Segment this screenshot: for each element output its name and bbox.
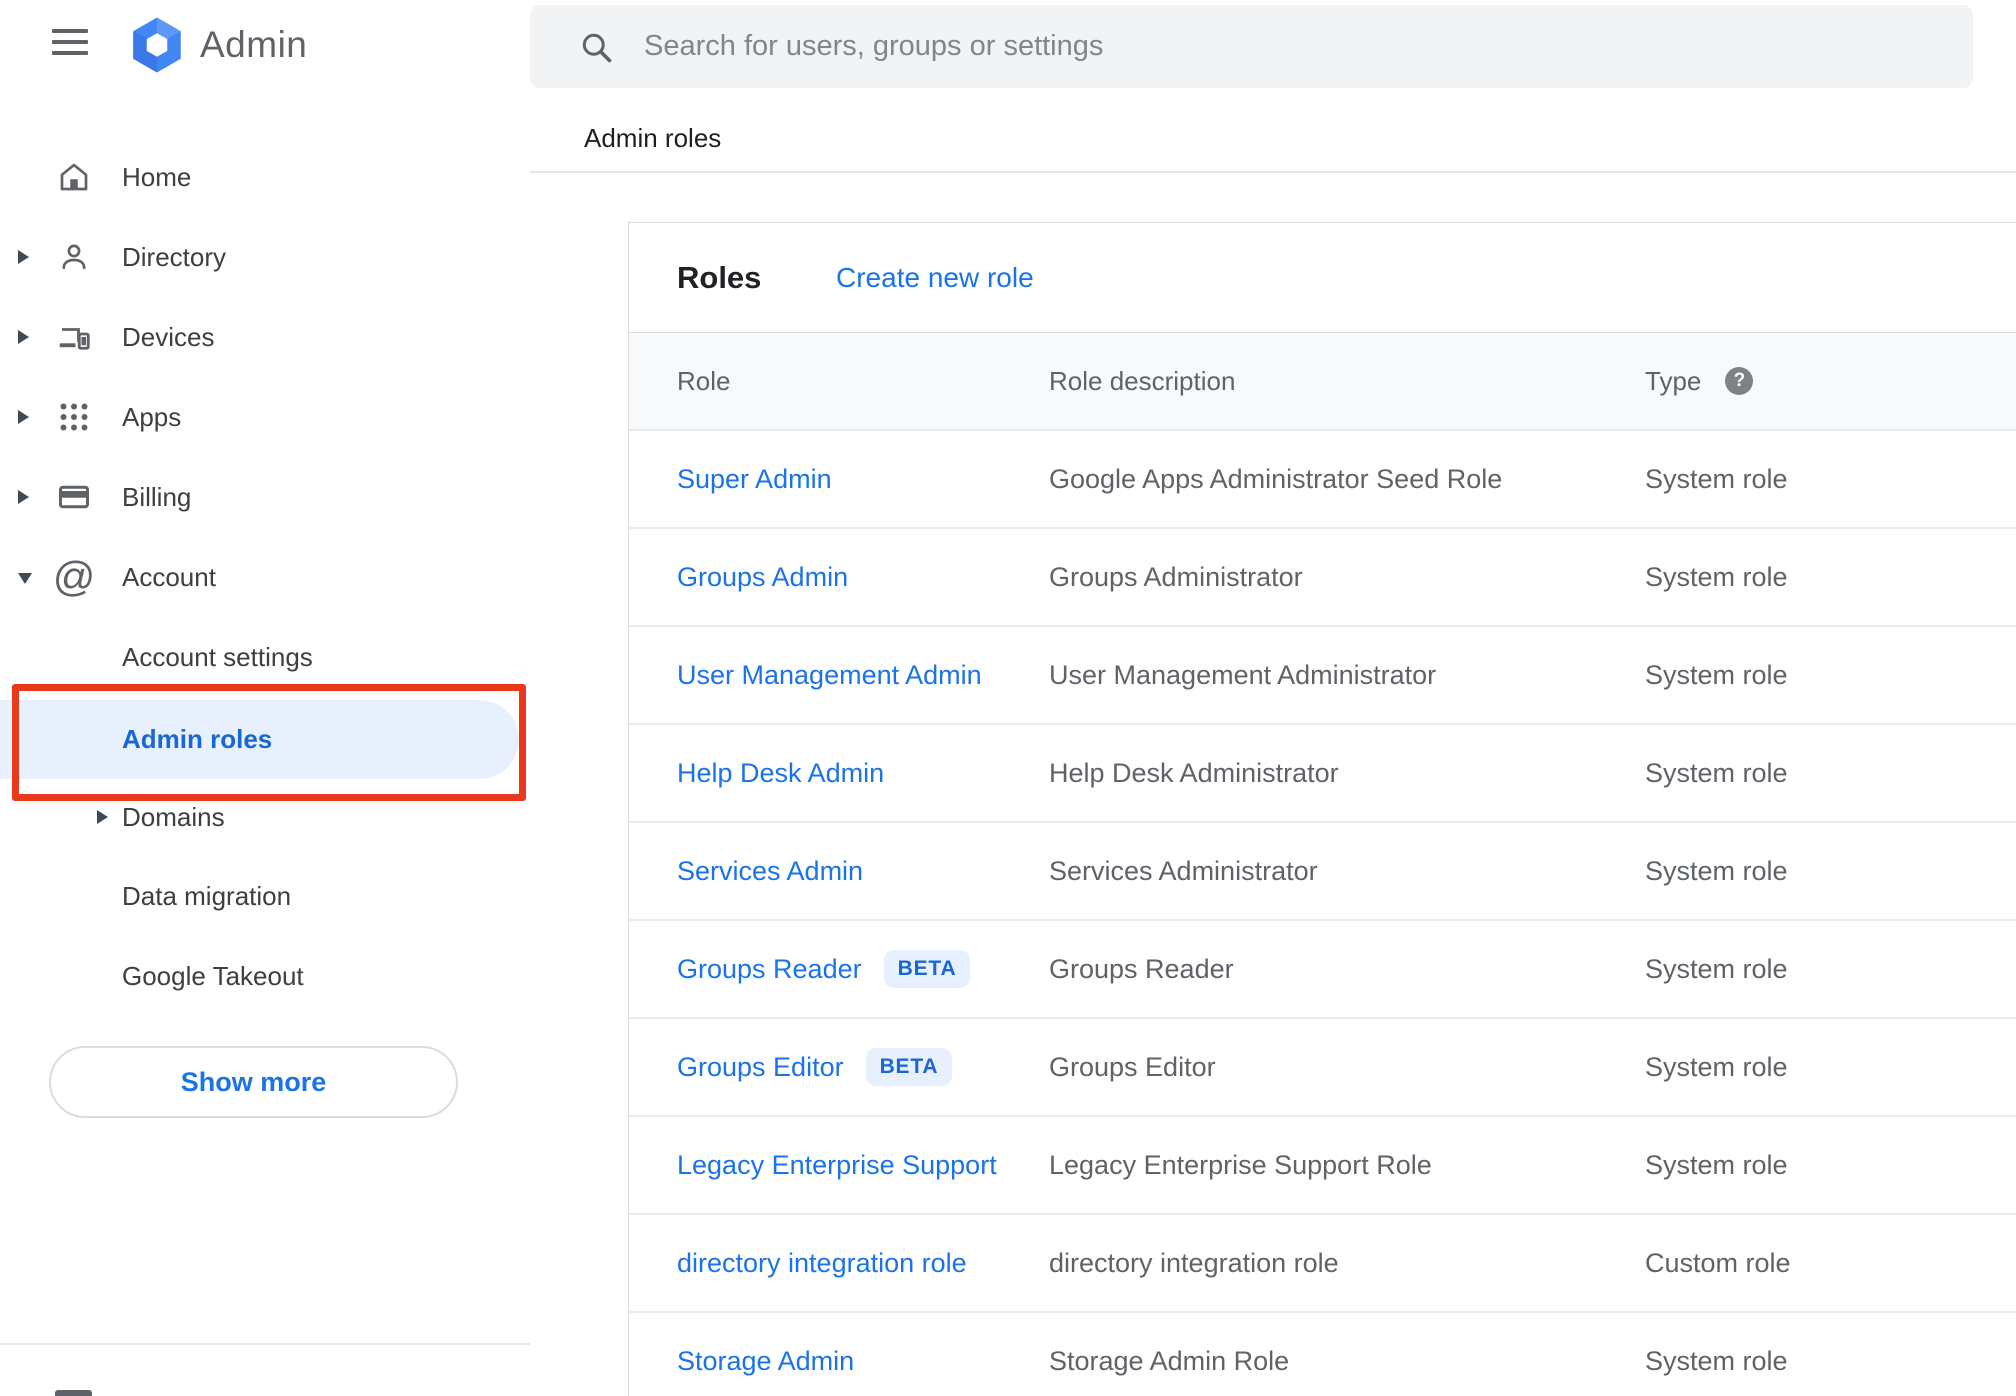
- role-link[interactable]: Groups Reader: [677, 954, 862, 985]
- role-type: System role: [1645, 659, 1788, 690]
- role-type: System role: [1645, 463, 1788, 494]
- role-description: Groups Administrator: [1049, 561, 1303, 592]
- table-row: Super Admin Google Apps Administrator Se…: [629, 431, 2016, 529]
- role-type: System role: [1645, 1051, 1788, 1082]
- card-title: Roles: [677, 260, 762, 295]
- sidebar-item-directory[interactable]: Directory: [0, 217, 530, 297]
- role-description: Help Desk Administrator: [1049, 757, 1339, 788]
- sidebar-item-label: Account settings: [122, 641, 313, 672]
- credit-card-icon: [56, 479, 92, 515]
- role-description: Google Apps Administrator Seed Role: [1049, 463, 1503, 494]
- search-input[interactable]: [644, 30, 1973, 63]
- role-type: System role: [1645, 561, 1788, 592]
- role-type: System role: [1645, 1345, 1788, 1376]
- sidebar-item-label: Home: [122, 161, 192, 192]
- chevron-right-icon[interactable]: [18, 410, 29, 424]
- chevron-right-icon[interactable]: [97, 810, 108, 824]
- page-title: Admin roles: [584, 123, 722, 153]
- sidebar-item-label: Domains: [122, 801, 225, 832]
- role-description: Storage Admin Role: [1049, 1345, 1290, 1376]
- chevron-down-icon[interactable]: [18, 573, 32, 584]
- hamburger-menu-icon[interactable]: [52, 29, 88, 55]
- table-row: Help Desk Admin Help Desk Administrator …: [629, 725, 2016, 823]
- sidebar-item-domains[interactable]: Domains: [0, 777, 530, 857]
- role-type: System role: [1645, 1149, 1788, 1180]
- sidebar-item-label: Admin roles: [122, 724, 273, 754]
- person-icon: [56, 239, 92, 275]
- sidebar-item-account[interactable]: @ Account: [0, 537, 530, 617]
- role-link[interactable]: Help Desk Admin: [677, 758, 884, 789]
- table-row: Groups Editor BETA Groups Editor System …: [629, 1019, 2016, 1117]
- role-link[interactable]: User Management Admin: [677, 660, 982, 691]
- search-icon: [578, 29, 614, 65]
- role-type: System role: [1645, 953, 1788, 984]
- sidebar-item-label: Billing: [122, 481, 192, 512]
- apps-grid-icon: [56, 399, 92, 435]
- beta-badge: BETA: [865, 1048, 953, 1086]
- create-new-role-link[interactable]: Create new role: [836, 223, 1034, 333]
- role-description: User Management Administrator: [1049, 659, 1437, 690]
- brand-header: Admin: [0, 0, 530, 90]
- role-type: System role: [1645, 855, 1788, 886]
- roles-card: Roles Create new role Role Role descript…: [628, 222, 2016, 1396]
- role-type: Custom role: [1645, 1247, 1791, 1278]
- table-row: Groups Reader BETA Groups Reader System …: [629, 921, 2016, 1019]
- sidebar-item-label: Apps: [122, 401, 182, 432]
- show-more-button[interactable]: Show more: [49, 1046, 458, 1118]
- sidebar-item-data-migration[interactable]: Data migration: [0, 856, 530, 936]
- role-description: Groups Editor: [1049, 1051, 1216, 1082]
- role-link[interactable]: directory integration role: [677, 1248, 967, 1279]
- role-link[interactable]: Super Admin: [677, 464, 832, 495]
- beta-badge: BETA: [883, 950, 971, 988]
- sidebar-item-label: Account: [122, 561, 216, 592]
- help-icon[interactable]: ?: [1725, 367, 1754, 395]
- home-icon: [56, 159, 92, 195]
- roles-card-header: Roles Create new role: [629, 223, 2016, 333]
- table-row: Storage Admin Storage Admin Role System …: [629, 1313, 2016, 1396]
- search-bar[interactable]: [530, 5, 1973, 88]
- sidebar-item-apps[interactable]: Apps: [0, 377, 530, 457]
- chevron-right-icon[interactable]: [18, 330, 29, 344]
- sidebar-item-admin-roles-selected[interactable]: Admin roles: [0, 700, 519, 779]
- sidebar-item-devices[interactable]: Devices: [0, 297, 530, 377]
- role-link[interactable]: Legacy Enterprise Support: [677, 1150, 997, 1181]
- at-icon: @: [52, 553, 96, 600]
- google-admin-console: Admin Home Directory Devices Apps Billin…: [0, 0, 2016, 1396]
- sidebar: Admin Home Directory Devices Apps Billin…: [0, 0, 530, 1396]
- role-description: Services Administrator: [1049, 855, 1318, 886]
- sidebar-item-google-takeout[interactable]: Google Takeout: [0, 936, 530, 1016]
- chevron-right-icon[interactable]: [18, 490, 29, 504]
- role-link[interactable]: Storage Admin: [677, 1346, 854, 1377]
- admin-logo-icon: [127, 15, 187, 75]
- sidebar-item-label: Directory: [122, 241, 227, 272]
- table-row: User Management Admin User Management Ad…: [629, 627, 2016, 725]
- sidebar-item-billing[interactable]: Billing: [0, 457, 530, 537]
- clipped-bottom-icon: [55, 1390, 92, 1396]
- role-link[interactable]: Groups Editor: [677, 1052, 844, 1083]
- sidebar-item-home[interactable]: Home: [0, 137, 530, 217]
- column-header-role-description: Role description: [1049, 365, 1236, 396]
- role-description: directory integration role: [1049, 1247, 1339, 1278]
- role-link[interactable]: Groups Admin: [677, 562, 848, 593]
- sidebar-item-label: Devices: [122, 321, 215, 352]
- table-row: Services Admin Services Administrator Sy…: [629, 823, 2016, 921]
- table-row: directory integration role directory int…: [629, 1215, 2016, 1313]
- table-row: Legacy Enterprise Support Legacy Enterpr…: [629, 1117, 2016, 1215]
- chevron-right-icon[interactable]: [18, 250, 29, 264]
- table-row: Groups Admin Groups Administrator System…: [629, 529, 2016, 627]
- brand-title: Admin: [200, 24, 308, 65]
- role-description: Legacy Enterprise Support Role: [1049, 1149, 1432, 1180]
- column-header-role: Role: [677, 365, 731, 396]
- column-header-type: Type ?: [1645, 366, 2016, 397]
- role-link[interactable]: Services Admin: [677, 856, 863, 887]
- devices-icon: [56, 319, 92, 355]
- sidebar-footer-divider: [0, 1343, 530, 1345]
- sidebar-item-account-settings[interactable]: Account settings: [0, 617, 530, 697]
- title-divider: [530, 171, 2016, 173]
- role-description: Groups Reader: [1049, 953, 1234, 984]
- sidebar-item-label: Google Takeout: [122, 960, 304, 991]
- table-header-row: Role Role description Type ?: [629, 333, 2016, 431]
- role-type: System role: [1645, 757, 1788, 788]
- sidebar-item-label: Data migration: [122, 880, 292, 911]
